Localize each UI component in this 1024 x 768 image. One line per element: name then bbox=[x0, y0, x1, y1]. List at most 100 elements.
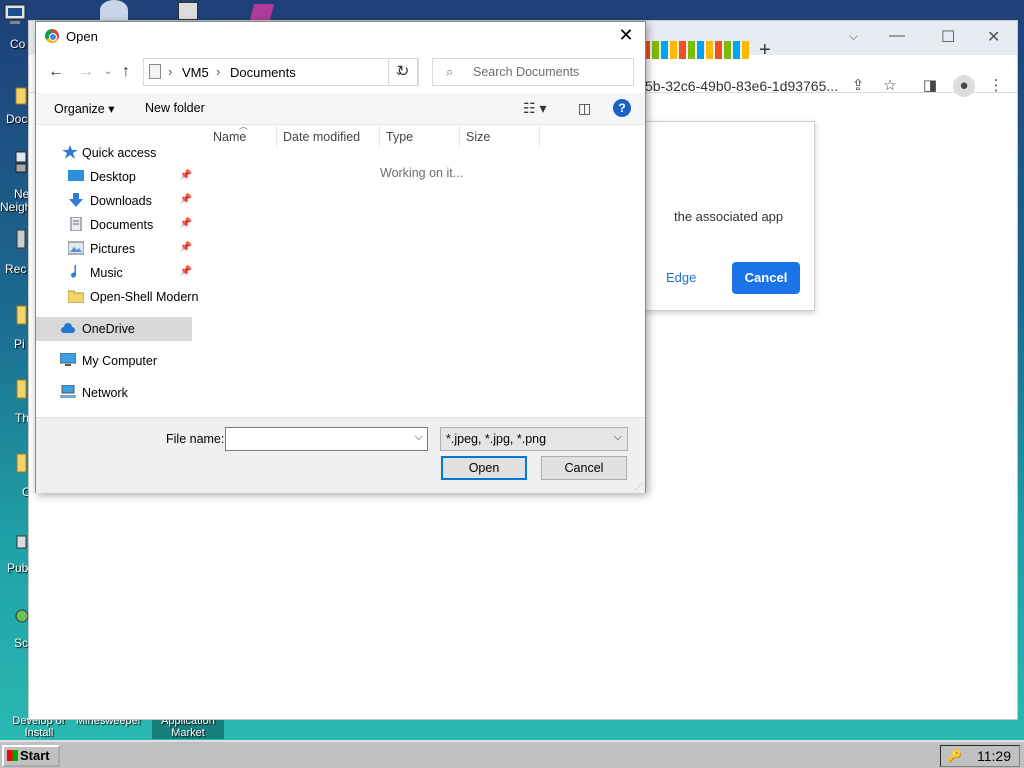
nav-label: My Computer bbox=[82, 354, 158, 368]
bookmark-star-icon[interactable]: ☆ bbox=[881, 77, 899, 95]
cloud-icon bbox=[61, 323, 75, 333]
folder-icon bbox=[16, 305, 27, 325]
computer-icon bbox=[4, 4, 26, 24]
share-icon[interactable]: ⇪ bbox=[849, 77, 867, 95]
resize-grip-icon[interactable]: ⋰ bbox=[635, 482, 643, 491]
folder-icon bbox=[16, 453, 27, 473]
file-type-select[interactable]: *.jpeg, *.jpg, *.png ⌵ bbox=[440, 427, 628, 451]
forward-arrow-icon[interactable]: → bbox=[78, 63, 94, 81]
document-icon bbox=[70, 217, 82, 231]
column-header-name[interactable]: Name bbox=[207, 126, 277, 148]
nav-label: Network bbox=[82, 386, 128, 400]
column-header-size[interactable]: Size bbox=[460, 126, 540, 148]
music-note-icon bbox=[71, 265, 77, 278]
file-type-value: *.jpeg, *.jpg, *.png bbox=[446, 432, 547, 446]
nav-label: Desktop bbox=[90, 170, 136, 184]
file-name-label: File name: bbox=[166, 432, 225, 446]
breadcrumb-vm5[interactable]: VM5 bbox=[182, 65, 209, 80]
nav-quick-access[interactable]: Quick access bbox=[62, 142, 192, 164]
cancel-button[interactable]: Cancel bbox=[541, 456, 627, 480]
nav-pictures[interactable]: Pictures 📌 bbox=[68, 238, 192, 260]
search-icon: ⌕ bbox=[446, 64, 454, 79]
maximize-icon[interactable]: ☐ bbox=[941, 27, 955, 47]
organize-button[interactable]: Organize ▾ bbox=[54, 101, 114, 116]
breadcrumb-documents[interactable]: Documents bbox=[230, 65, 296, 80]
nav-label: Downloads bbox=[90, 194, 152, 208]
app-icon bbox=[16, 535, 27, 549]
address-bar-url[interactable]: 5b-32c6-49b0-83e6-1d93765... bbox=[645, 78, 838, 94]
desktop-icon-label: Rec bbox=[5, 262, 27, 276]
nav-network[interactable]: Network bbox=[60, 382, 190, 404]
system-tray: 🔑 11:29 bbox=[940, 745, 1020, 767]
close-icon[interactable]: ✕ bbox=[987, 27, 1000, 47]
clock[interactable]: 11:29 bbox=[977, 748, 1011, 764]
change-view-icon[interactable]: ☷ ▾ bbox=[523, 100, 546, 117]
address-bar[interactable]: › VM5 › Documents ⌄ bbox=[143, 58, 419, 86]
desktop-top-icon-3[interactable] bbox=[249, 4, 275, 20]
computer-icon bbox=[60, 353, 76, 366]
search-placeholder: Search Documents bbox=[473, 65, 580, 79]
pin-icon: 📌 bbox=[179, 194, 192, 205]
file-name-input[interactable]: ⌵ bbox=[225, 427, 428, 451]
folder-icon bbox=[15, 87, 27, 105]
back-arrow-icon[interactable]: ← bbox=[48, 63, 64, 81]
open-button[interactable]: Open bbox=[441, 456, 527, 480]
network-neighborhood-icon bbox=[15, 151, 27, 173]
start-label: Start bbox=[20, 748, 50, 763]
prompt-cancel-button[interactable]: Cancel bbox=[732, 262, 800, 294]
nav-music[interactable]: Music 📌 bbox=[68, 262, 192, 284]
help-icon[interactable]: ? bbox=[613, 99, 631, 117]
open-app-prompt: the associated app Edge Cancel bbox=[645, 121, 815, 311]
new-folder-button[interactable]: New folder bbox=[145, 101, 205, 115]
recent-locations-chevron-icon[interactable]: ⌄ bbox=[104, 66, 112, 77]
folder-icon bbox=[16, 379, 27, 399]
preview-pane-icon[interactable]: ◫ bbox=[578, 100, 591, 117]
pictures-icon bbox=[68, 241, 84, 255]
dialog-close-button[interactable]: ✕ bbox=[615, 25, 637, 46]
nav-downloads[interactable]: Downloads 📌 bbox=[68, 190, 192, 212]
key-icon[interactable]: 🔑 bbox=[947, 749, 962, 763]
column-header-type[interactable]: Type bbox=[380, 126, 460, 148]
minimize-icon[interactable]: — bbox=[889, 27, 905, 45]
breadcrumb-separator-icon[interactable]: › bbox=[216, 64, 220, 79]
column-label: Size bbox=[466, 130, 491, 144]
prompt-description: the associated app bbox=[674, 209, 784, 224]
nav-my-computer[interactable]: My Computer bbox=[60, 350, 190, 372]
nav-label: Quick access bbox=[82, 146, 157, 160]
up-arrow-icon[interactable]: ↑ bbox=[122, 63, 130, 81]
document-icon bbox=[149, 64, 161, 79]
nav-desktop[interactable]: Desktop 📌 bbox=[68, 166, 192, 188]
nav-label: Music bbox=[90, 266, 123, 280]
column-label: Type bbox=[386, 130, 414, 144]
breadcrumb-separator-icon[interactable]: › bbox=[168, 64, 172, 79]
menu-kebab-icon[interactable]: ⋮ bbox=[987, 77, 1005, 95]
open-edge-button[interactable]: Edge bbox=[666, 262, 726, 294]
desktop-top-icon-1[interactable] bbox=[100, 0, 128, 20]
profile-icon[interactable]: ● bbox=[953, 75, 975, 97]
app-icon bbox=[15, 609, 28, 623]
open-file-dialog: Open ✕ ← → ⌄ ↑ › VM5 › Documents ⌄ ↻ ⌕ S… bbox=[35, 21, 646, 493]
sidebar-icon[interactable]: ◨ bbox=[921, 77, 939, 95]
search-box[interactable]: ⌕ Search Documents bbox=[432, 58, 634, 86]
desktop-top-icon-2[interactable] bbox=[178, 2, 198, 20]
desktop-icon-label: Th bbox=[15, 411, 30, 425]
tab-search-icon[interactable]: ⌵ bbox=[849, 29, 858, 44]
pin-icon: 📌 bbox=[179, 266, 192, 277]
chevron-down-icon[interactable]: ⌵ bbox=[415, 431, 423, 444]
column-header-date-modified[interactable]: Date modified bbox=[277, 126, 380, 148]
nav-onedrive[interactable]: OneDrive bbox=[60, 318, 190, 340]
start-button[interactable]: Start bbox=[2, 745, 60, 767]
network-icon bbox=[60, 385, 76, 398]
chevron-down-icon[interactable]: ⌵ bbox=[614, 431, 622, 444]
desktop-icon-label: Doc bbox=[6, 112, 28, 126]
desktop-icon-label: Neigh bbox=[0, 200, 32, 214]
desktop-icon bbox=[68, 170, 84, 181]
nav-open-shell-modern[interactable]: Open-Shell Modern bbox=[68, 286, 198, 308]
navigation-pane: Quick access Desktop 📌 Downloads 📌 Docum… bbox=[36, 125, 198, 415]
refresh-button[interactable]: ↻ bbox=[388, 58, 418, 86]
new-tab-button[interactable]: + bbox=[759, 39, 771, 62]
star-icon bbox=[62, 145, 78, 159]
command-bar: Organize ▾ New folder ☷ ▾ ◫ ? bbox=[36, 93, 645, 125]
recycle-bin-icon bbox=[16, 229, 26, 249]
nav-documents[interactable]: Documents 📌 bbox=[68, 214, 192, 236]
